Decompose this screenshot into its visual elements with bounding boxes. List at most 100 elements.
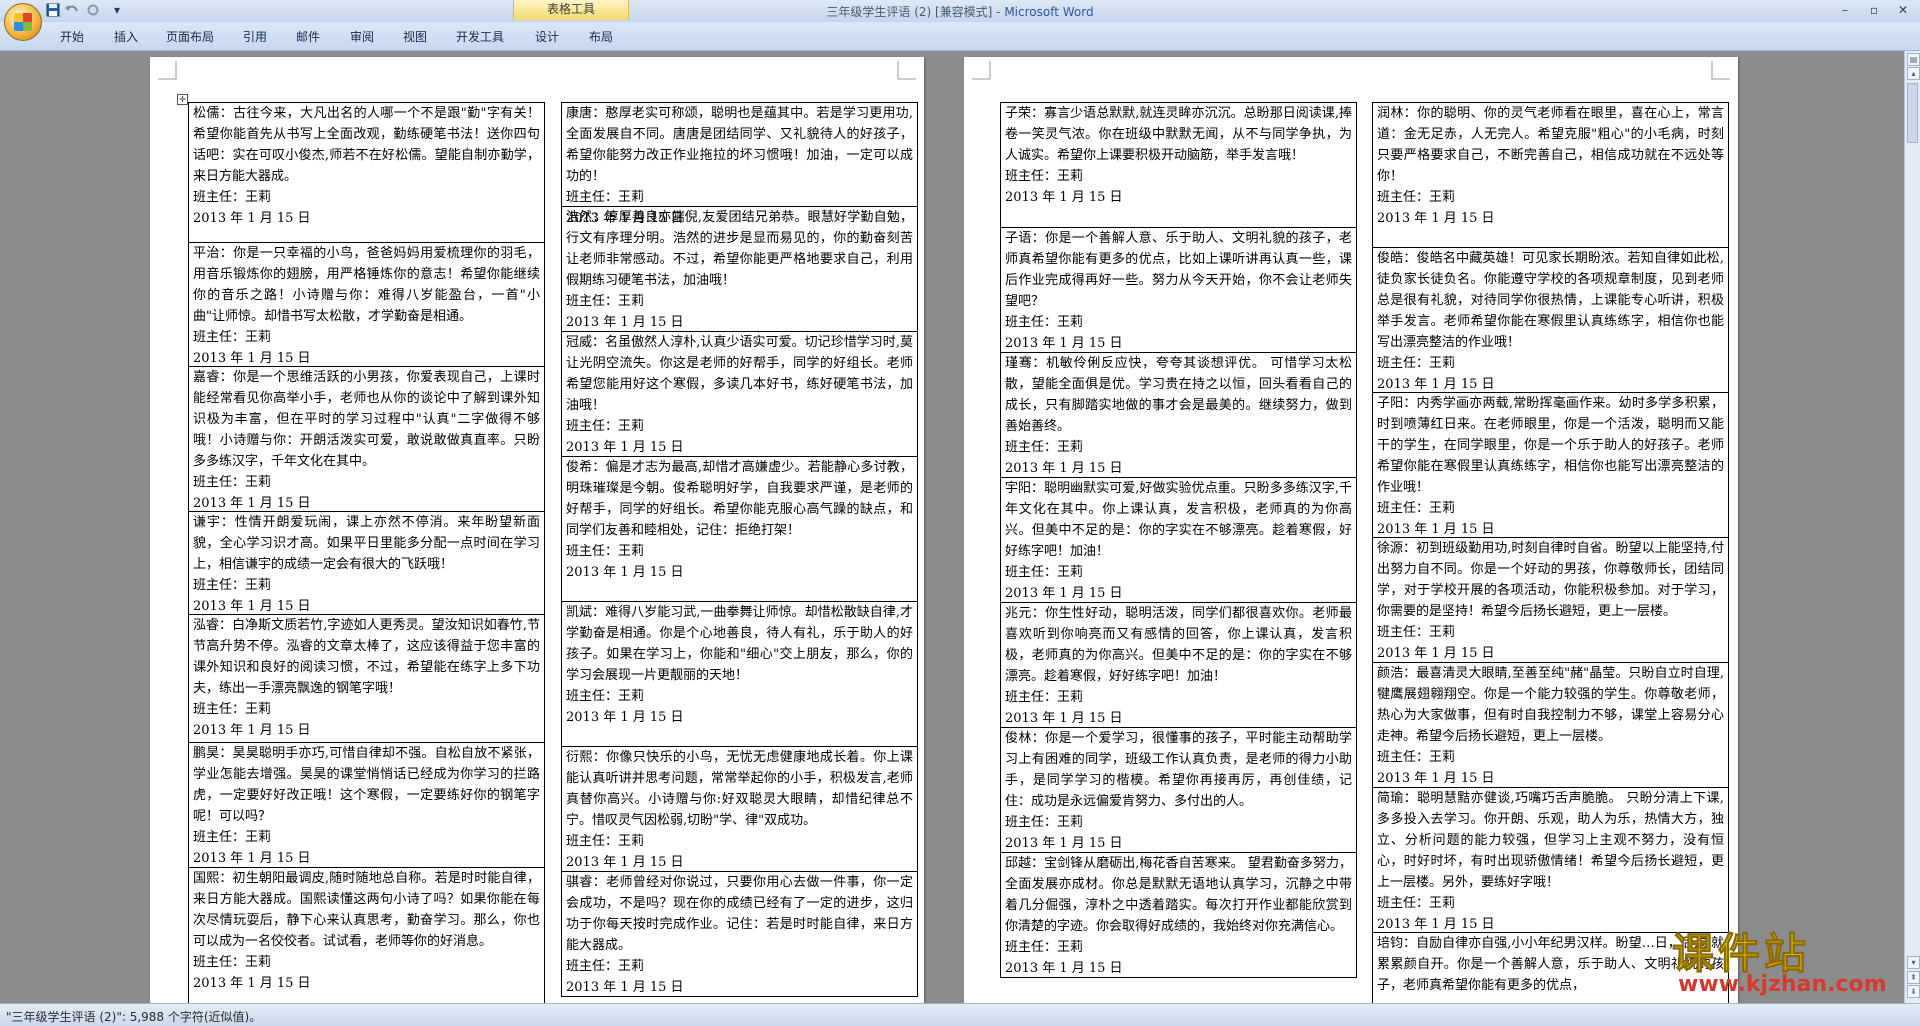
- comment-text: 泓睿：白净斯文质若竹,字迹如人更秀灵。望汝知识如春竹,节节高升势不停。泓睿的文章…: [193, 618, 540, 696]
- comment-cell[interactable]: 子荣：寡言少语总默默,就连灵眸亦沉沉。总盼那日阅读课,捧卷一笑灵气浓。你在班级中…: [1000, 102, 1357, 228]
- comment-cell[interactable]: 俊皓：俊皓名中藏英雄！可见家长期盼浓。若知自律如此松,徒负家长徒负名。你能遵守学…: [1372, 247, 1729, 393]
- teacher-signature: 班主任：王莉: [193, 830, 272, 845]
- tab-view[interactable]: 视图: [403, 28, 427, 45]
- document-page-2[interactable]: 子荣：寡言少语总默默,就连灵眸亦沉沉。总盼那日阅读课,捧卷一笑灵气浓。你在班级中…: [964, 57, 1738, 1003]
- table-move-handle-icon[interactable]: ✛: [177, 94, 188, 105]
- comment-cell[interactable]: 瑾骞：机敏伶俐反应快，夸夸其谈想评优。 可惜学习太松散，望能全面俱是优。学习贵在…: [1000, 352, 1357, 478]
- comment-text: 凯斌：难得八岁能习武,一曲拳舞让师惊。却惜松散缺自律,才学勤奋是相通。你是个心地…: [566, 605, 913, 683]
- tab-developer[interactable]: 开发工具: [456, 28, 504, 45]
- comment-date: 2013 年 1 月 15 日: [566, 565, 684, 580]
- comment-text: 俊林：你是一个爱学习，很懂事的孩子，平时能主动帮助学习上有困难的同学，班级工作认…: [1005, 731, 1352, 809]
- tab-table-design[interactable]: 设计: [535, 28, 559, 45]
- tab-page-layout[interactable]: 页面布局: [166, 28, 214, 45]
- page-corner-mark: [897, 61, 916, 80]
- watermark-url: www.kjzhan.com: [1678, 972, 1887, 997]
- title-bar: ▾ 表格工具 三年级学生评语 (2) [兼容模式] - Microsoft Wo…: [0, 0, 1920, 22]
- scroll-up-icon[interactable]: ▴: [1907, 67, 1920, 80]
- teacher-signature: 班主任：王莉: [566, 834, 645, 849]
- teacher-signature: 班主任：王莉: [1005, 565, 1084, 580]
- comment-text: 颜浩：最喜清灵大眼睛,至善至纯"赭"晶莹。只盼自立时自理,犍鹰展翅翱翔空。你是一…: [1377, 666, 1724, 744]
- comment-cell[interactable]: 国熙：初生朝阳最调皮,随时随地总自称。若是时时能自律，来日方能大器成。国熙读懂这…: [188, 867, 545, 1003]
- scroll-down-icon[interactable]: ▾: [1907, 956, 1920, 969]
- comment-text: 子荣：寡言少语总默默,就连灵眸亦沉沉。总盼那日阅读课,捧卷一笑灵气浓。你在班级中…: [1005, 106, 1352, 163]
- previous-page-icon[interactable]: ⇞: [1907, 971, 1920, 984]
- document-workspace[interactable]: ✛ 松儒：古往今来，大凡出名的人哪一个不是跟"勤"字有关！希望你能首先从书写上全…: [0, 51, 1904, 1003]
- comment-cell[interactable]: 俊希：偏是才志为最高,却惜才高嫌虚少。若能静心多讨教，明珠璀璨是今朝。俊希聪明好…: [561, 456, 918, 602]
- close-button[interactable]: ✕: [1898, 3, 1908, 17]
- tab-mailings[interactable]: 邮件: [296, 28, 320, 45]
- comment-date: 2013 年 1 月 15 日: [1377, 771, 1495, 786]
- document-page-1[interactable]: ✛ 松儒：古往今来，大凡出名的人哪一个不是跟"勤"字有关！希望你能首先从书写上全…: [150, 57, 924, 1003]
- teacher-signature: 班主任：王莉: [193, 955, 272, 970]
- comment-cell[interactable]: 谦宇：性情开朗爱玩闹，课上亦然不停消。来年盼望新面貌，全心学习识才高。如果平日里…: [188, 511, 545, 615]
- comment-date: 2013 年 1 月 15 日: [1005, 586, 1123, 601]
- comment-date: 2013 年 1 月 15 日: [193, 723, 311, 738]
- tab-insert[interactable]: 插入: [114, 28, 138, 45]
- tab-home[interactable]: 开始: [60, 28, 84, 45]
- teacher-signature: 班主任：王莉: [566, 544, 645, 559]
- teacher-signature: 班主任：王莉: [1005, 169, 1084, 184]
- status-word-count[interactable]: "三年级学生评语 (2)": 5,988 个字符(近似值)。: [6, 1008, 261, 1025]
- scrollbar-thumb[interactable]: [1907, 83, 1918, 143]
- tab-review[interactable]: 审阅: [350, 28, 374, 45]
- comment-date: 2013 年 1 月 15 日: [566, 315, 684, 330]
- next-page-icon[interactable]: ⇟: [1907, 985, 1920, 998]
- comment-text: 瑾骞：机敏伶俐反应快，夸夸其谈想评优。 可惜学习太松散，望能全面俱是优。学习贵在…: [1005, 356, 1352, 434]
- comment-cell[interactable]: 衍熙：你像只快乐的小鸟，无忧无虑健康地成长着。你上课能认真听讲并思考问题，常常举…: [561, 746, 918, 872]
- comment-cell[interactable]: 泓睿：白净斯文质若竹,字迹如人更秀灵。望汝知识如春竹,节节高升势不停。泓睿的文章…: [188, 614, 545, 743]
- comment-text: 宇阳：聪明幽默实可爱,好做实验优点重。只盼多多练汉字,千年文化在其中。你上课认真…: [1005, 481, 1352, 559]
- teacher-signature: 班主任：王莉: [566, 190, 645, 205]
- table-column: 子荣：寡言少语总默默,就连灵眸亦沉沉。总盼那日阅读课,捧卷一笑灵气浓。你在班级中…: [1000, 102, 1357, 978]
- comment-cell[interactable]: 凯斌：难得八岁能习武,一曲拳舞让师惊。却惜松散缺自律,才学勤奋是相通。你是个心地…: [561, 601, 918, 747]
- comment-date: 2013 年 1 月 15 日: [566, 710, 684, 725]
- comment-cell[interactable]: 冠威：名虽傲然人淳朴,认真少语实可爱。切记珍惜学习时,莫让光阴空流失。你这是老师…: [561, 331, 918, 457]
- comment-date: 2013 年 1 月 15 日: [566, 440, 684, 455]
- comment-date: 2013 年 1 月 15 日: [1005, 461, 1123, 476]
- vertical-scrollbar[interactable]: ▤ ▴ ▾ ⇞ ⇟: [1904, 51, 1920, 1003]
- comment-text: 徐源：初到班级勤用功,时刻自律时自省。盼望以上能坚持,付出努力自不同。你是一个好…: [1377, 541, 1724, 619]
- comment-text: 国熙：初生朝阳最调皮,随时随地总自称。若是时时能自律，来日方能大器成。国熙读懂这…: [193, 871, 540, 949]
- comment-cell[interactable]: 康唐：憨厚老实可称颂，聪明也是蕴其中。若是学习更用功,全面发展自不同。唐唐是团结…: [561, 102, 918, 226]
- comment-text: 俊皓：俊皓名中藏英雄！可见家长期盼浓。若知自律如此松,徒负家长徒负名。你能遵守学…: [1377, 251, 1724, 350]
- comment-date: 2013 年 1 月 15 日: [193, 851, 311, 866]
- comment-cell[interactable]: 平治：你是一只幸福的小鸟，爸爸妈妈用爱梳理你的羽毛，用音乐锻炼你的翅膀，用严格锤…: [188, 242, 545, 367]
- teacher-signature: 班主任：王莉: [193, 702, 272, 717]
- comment-cell[interactable]: 骐睿：老师曾经对你说过，只要你用心去做一件事，你一定会成功，不是吗？现在你的成绩…: [561, 871, 918, 997]
- comment-cell[interactable]: 邱越：宝剑锋从磨砺出,梅花香自苦寒来。 望君勤奋多努力，全面发展亦成材。你总是默…: [1000, 852, 1357, 978]
- comment-cell[interactable]: 松儒：古往今来，大凡出名的人哪一个不是跟"勤"字有关！希望你能首先从书写上全面改…: [188, 102, 545, 243]
- ruler-toggle-icon[interactable]: ▤: [1907, 53, 1920, 66]
- comment-cell[interactable]: 浩然：淳厚善良亦端倪,友爱团结兄弟恭。眼慧好学勤自勉，行文有序理分明。浩然的进步…: [561, 206, 918, 332]
- comment-cell[interactable]: 嘉睿：你是一个思维活跃的小男孩，你爱表现自己，上课时能经常看见你高举小手，老师也…: [188, 366, 545, 512]
- site-watermark: 课件站 www.kjzhan.com: [1636, 920, 1904, 1002]
- table-column: 润林：你的聪明、你的灵气老师看在眼里，喜在心上，常言道：金无足赤，人无完人。希望…: [1372, 102, 1729, 1003]
- comment-text: 平治：你是一只幸福的小鸟，爸爸妈妈用爱梳理你的羽毛，用音乐锻炼你的翅膀，用严格锤…: [193, 246, 540, 324]
- comment-date: 2013 年 1 月 15 日: [1377, 646, 1495, 661]
- comment-text: 冠威：名虽傲然人淳朴,认真少语实可爱。切记珍惜学习时,莫让光阴空流失。你这是老师…: [566, 335, 913, 413]
- comment-cell[interactable]: 徐源：初到班级勤用功,时刻自律时自省。盼望以上能坚持,付出努力自不同。你是一个好…: [1372, 537, 1729, 663]
- minimize-button[interactable]: –: [1842, 3, 1848, 17]
- comment-text: 松儒：古往今来，大凡出名的人哪一个不是跟"勤"字有关！希望你能首先从书写上全面改…: [193, 106, 540, 184]
- restore-button[interactable]: ▫: [1870, 3, 1878, 17]
- tab-references[interactable]: 引用: [243, 28, 267, 45]
- comment-cell[interactable]: 子阳：内秀学画亦两载,常盼挥毫画作来。幼时多学多积累，时到喷薄红日来。在老师眼里…: [1372, 392, 1729, 538]
- teacher-signature: 班主任：王莉: [1005, 815, 1084, 830]
- comment-cell[interactable]: 鹏昊：昊昊聪明手亦巧,可惜自律却不强。自松自放不紧张，学业怎能去增强。昊昊的课堂…: [188, 742, 545, 868]
- page-corner-mark: [1711, 61, 1730, 80]
- comment-cell[interactable]: 俊林：你是一个爱学习，很懂事的孩子，平时能主动帮助学习上有困难的同学，班级工作认…: [1000, 727, 1357, 853]
- comment-date: 2013 年 1 月 15 日: [1005, 961, 1123, 976]
- comment-cell[interactable]: 兆元：你生性好动，聪明活泼，同学们都很喜欢你。老师最喜欢听到你响亮而又有感情的回…: [1000, 602, 1357, 728]
- office-button[interactable]: [4, 3, 42, 41]
- comment-cell[interactable]: 简瑜：聪明慧黠亦健谈,巧嘴巧舌声脆脆。 只盼分清上下课,多多投入去学习。你开朗、…: [1372, 787, 1729, 933]
- tab-table-layout[interactable]: 布局: [589, 28, 613, 45]
- comment-cell[interactable]: 润林：你的聪明、你的灵气老师看在眼里，喜在心上，常言道：金无足赤，人无完人。希望…: [1372, 102, 1729, 248]
- page-corner-mark: [972, 61, 991, 80]
- status-bar: "三年级学生评语 (2)": 5,988 个字符(近似值)。: [0, 1003, 1920, 1026]
- ribbon-tabs: 开始 插入 页面布局 引用 邮件 审阅 视图 开发工具 设计 布局 ?: [0, 22, 1920, 64]
- comment-cell[interactable]: 宇阳：聪明幽默实可爱,好做实验优点重。只盼多多练汉字,千年文化在其中。你上课认真…: [1000, 477, 1357, 603]
- comment-cell[interactable]: 子语：你是一个善解人意、乐于助人、文明礼貌的孩子，老师真希望你能有更多的优点，比…: [1000, 227, 1357, 353]
- teacher-signature: 班主任：王莉: [1377, 190, 1456, 205]
- teacher-signature: 班主任：王莉: [1377, 501, 1456, 516]
- comment-cell[interactable]: 颜浩：最喜清灵大眼睛,至善至纯"赭"晶莹。只盼自立时自理,犍鹰展翅翱翔空。你是一…: [1372, 662, 1729, 788]
- teacher-signature: 班主任：王莉: [193, 190, 272, 205]
- comment-text: 康唐：憨厚老实可称颂，聪明也是蕴其中。若是学习更用功,全面发展自不同。唐唐是团结…: [566, 106, 913, 184]
